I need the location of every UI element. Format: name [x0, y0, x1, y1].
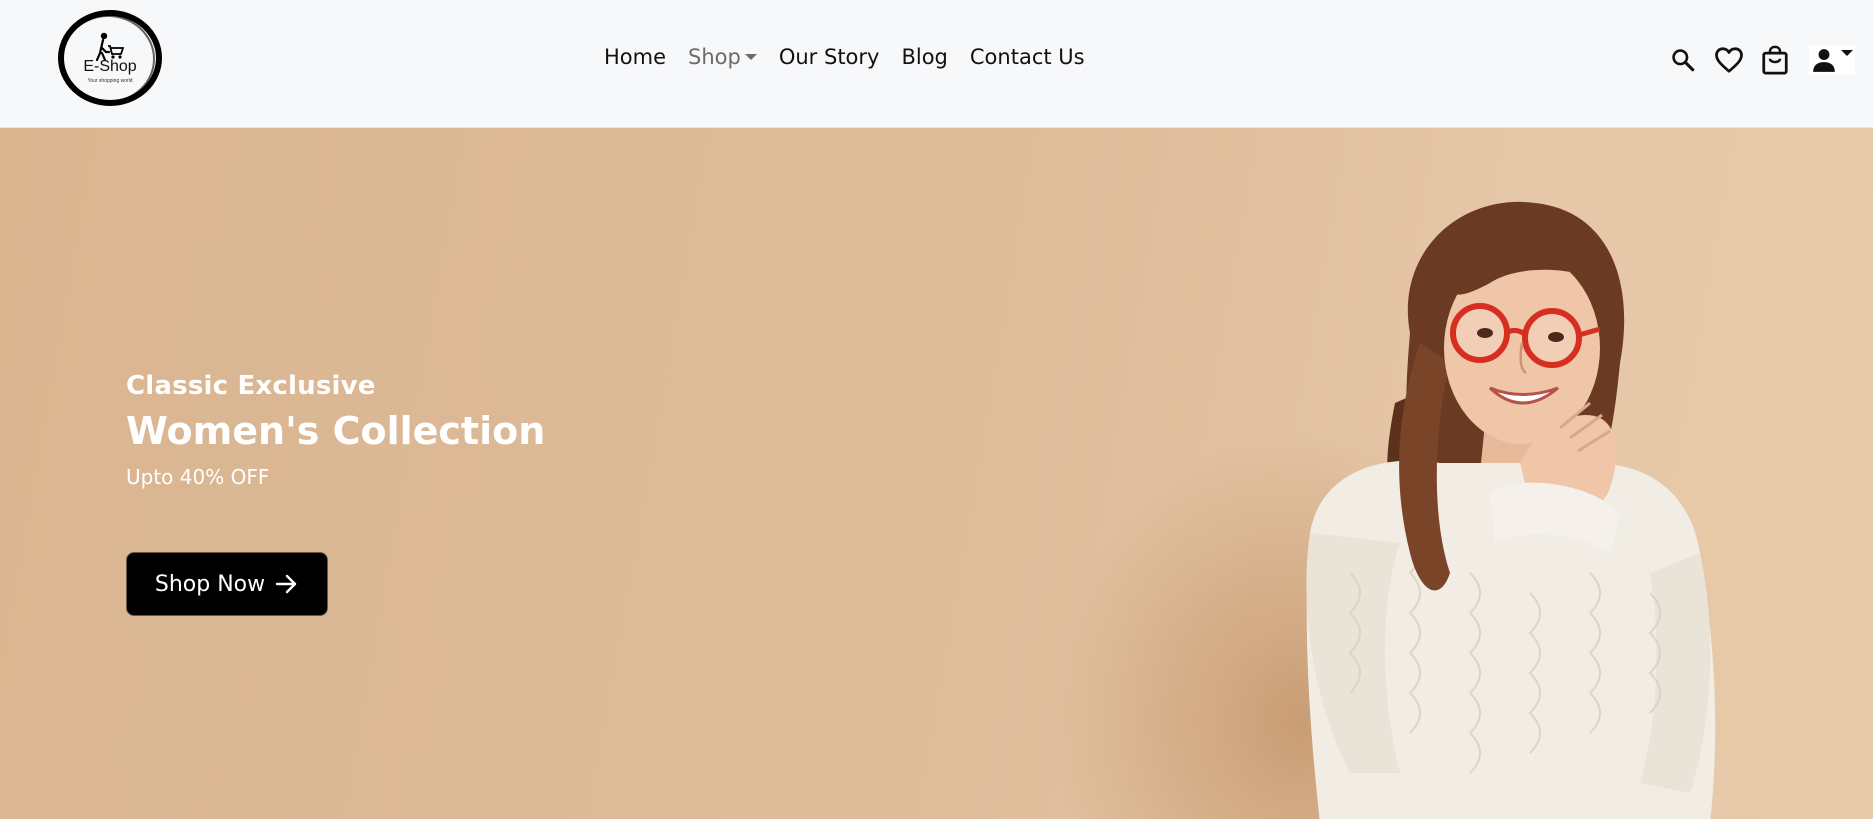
nav-contact-us[interactable]: Contact Us — [970, 45, 1085, 69]
woman-in-sweater-illustration — [1306, 201, 1716, 819]
account-menu-button[interactable] — [1809, 45, 1855, 75]
chevron-down-icon — [744, 54, 757, 60]
nav-blog[interactable]: Blog — [901, 45, 947, 69]
hero-offer: Upto 40% OFF — [126, 465, 270, 489]
nav-our-story[interactable]: Our Story — [779, 45, 880, 69]
nav-shop[interactable]: Shop — [688, 45, 757, 69]
brand-logo[interactable]: E-Shop Your shopping world — [56, 8, 164, 108]
cart-button[interactable] — [1759, 44, 1791, 76]
brand-name: E-Shop — [83, 58, 137, 75]
hero-model-image — [1290, 173, 1730, 819]
shop-now-label: Shop Now — [154, 571, 266, 597]
nav-home[interactable]: Home — [604, 45, 666, 69]
user-icon — [1813, 49, 1835, 72]
chevron-down-icon — [1841, 50, 1853, 56]
site-header: E-Shop Your shopping world Home Shop Our… — [0, 0, 1873, 128]
arrow-right-icon — [275, 574, 297, 594]
nav-shop-label: Shop — [688, 45, 741, 69]
search-button[interactable] — [1667, 44, 1699, 76]
hero-headline: Women's Collection — [126, 409, 546, 453]
header-actions — [1653, 44, 1855, 76]
wishlist-button[interactable] — [1713, 44, 1745, 76]
page: E-Shop Your shopping world Home Shop Our… — [0, 0, 1873, 819]
brand-tagline: Your shopping world — [87, 78, 133, 84]
hero-eyebrow: Classic Exclusive — [126, 371, 376, 401]
shopping-bag-icon — [1762, 45, 1788, 75]
search-icon — [1672, 49, 1695, 72]
shop-now-button[interactable]: Shop Now — [126, 552, 328, 616]
hero-banner: Classic Exclusive Women's Collection Upt… — [0, 128, 1873, 819]
heart-icon — [1715, 47, 1743, 73]
hero-copy: Classic Exclusive Women's Collection Upt… — [126, 371, 545, 489]
main-nav: Home Shop Our Story Blog Contact Us — [604, 41, 1085, 73]
